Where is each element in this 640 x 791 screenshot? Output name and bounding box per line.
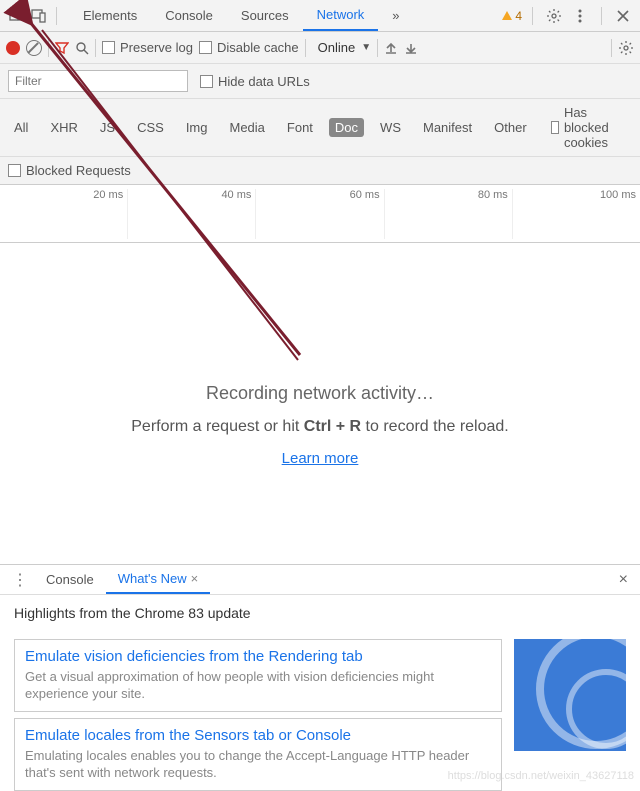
drawer-header: ⋮ Console What's New × × bbox=[0, 565, 640, 595]
preserve-log-label: Preserve log bbox=[120, 40, 193, 55]
filter-media[interactable]: Media bbox=[223, 118, 270, 137]
settings-gear-icon[interactable] bbox=[543, 5, 565, 27]
drawer-tab-whatsnew[interactable]: What's New × bbox=[106, 565, 211, 594]
has-blocked-cookies-checkbox[interactable]: Has blocked cookies bbox=[551, 105, 632, 150]
kebab-menu-icon[interactable] bbox=[569, 5, 591, 27]
blocked-requests-checkbox[interactable]: Blocked Requests bbox=[8, 163, 131, 178]
separator bbox=[48, 39, 49, 57]
network-settings-gear-icon[interactable] bbox=[618, 40, 634, 56]
timeline-tick: 40 ms bbox=[128, 189, 256, 239]
warnings-badge[interactable]: 4 bbox=[502, 9, 522, 23]
drawer-panel: ⋮ Console What's New × × Highlights from… bbox=[0, 564, 640, 784]
close-tab-icon[interactable]: × bbox=[191, 571, 199, 586]
warning-count: 4 bbox=[515, 9, 522, 23]
separator bbox=[601, 7, 602, 25]
separator bbox=[377, 39, 378, 57]
chevron-down-icon: ▼ bbox=[361, 42, 371, 53]
timeline-tick: 60 ms bbox=[256, 189, 384, 239]
filter-xhr[interactable]: XHR bbox=[44, 118, 83, 137]
recording-status-text: Recording network activity… bbox=[20, 383, 620, 404]
whatsnew-thumbnail bbox=[514, 639, 626, 751]
highlights-heading: Highlights from the Chrome 83 update bbox=[0, 595, 640, 631]
disable-cache-label: Disable cache bbox=[217, 40, 299, 55]
separator bbox=[56, 7, 57, 25]
disable-cache-checkbox[interactable]: Disable cache bbox=[199, 40, 299, 55]
network-empty-state: Recording network activity… Perform a re… bbox=[0, 243, 640, 507]
panel-tabs: Elements Console Sources Network » bbox=[69, 0, 414, 31]
whatsnew-card: Emulate vision deficiencies from the Ren… bbox=[14, 639, 502, 712]
devtools-tabbar: Elements Console Sources Network » 4 bbox=[0, 0, 640, 32]
clear-button[interactable] bbox=[26, 40, 42, 56]
drawer-menu-icon[interactable]: ⋮ bbox=[6, 570, 34, 590]
separator bbox=[611, 39, 612, 57]
tab-console[interactable]: Console bbox=[151, 0, 227, 31]
blocked-requests-label: Blocked Requests bbox=[26, 163, 131, 178]
preserve-log-checkbox[interactable]: Preserve log bbox=[102, 40, 193, 55]
separator bbox=[532, 7, 533, 25]
inspect-element-icon[interactable] bbox=[6, 5, 28, 27]
hide-data-urls-checkbox[interactable]: Hide data URLs bbox=[200, 74, 310, 89]
filter-manifest[interactable]: Manifest bbox=[417, 118, 478, 137]
card-title-link[interactable]: Emulate locales from the Sensors tab or … bbox=[25, 727, 491, 744]
filter-input[interactable] bbox=[8, 70, 188, 92]
tab-elements[interactable]: Elements bbox=[69, 0, 151, 31]
throttling-dropdown[interactable]: Online ▼ bbox=[318, 40, 371, 55]
hide-data-urls-label: Hide data URLs bbox=[218, 74, 310, 89]
filter-css[interactable]: CSS bbox=[131, 118, 170, 137]
download-har-icon[interactable] bbox=[404, 41, 418, 55]
filter-ws[interactable]: WS bbox=[374, 118, 407, 137]
tab-more[interactable]: » bbox=[378, 0, 413, 31]
has-blocked-cookies-label: Has blocked cookies bbox=[564, 105, 632, 150]
warning-icon bbox=[502, 11, 512, 20]
whatsnew-cards: Emulate vision deficiencies from the Ren… bbox=[0, 631, 640, 791]
watermark-text: https://blog.csdn.net/weixin_43627118 bbox=[448, 770, 634, 782]
timeline-overview[interactable]: 20 ms 40 ms 60 ms 80 ms 100 ms bbox=[0, 185, 640, 243]
card-description: Get a visual approximation of how people… bbox=[25, 669, 491, 703]
reload-hint-text: Perform a request or hit Ctrl + R to rec… bbox=[20, 418, 620, 436]
timeline-tick: 80 ms bbox=[385, 189, 513, 239]
device-toolbar-icon[interactable] bbox=[28, 5, 50, 27]
blocked-requests-bar: Blocked Requests bbox=[0, 157, 640, 185]
upload-har-icon[interactable] bbox=[384, 41, 398, 55]
drawer-tab-console[interactable]: Console bbox=[34, 565, 106, 594]
filter-other[interactable]: Other bbox=[488, 118, 533, 137]
filter-toggle-icon[interactable] bbox=[55, 41, 69, 55]
tab-sources[interactable]: Sources bbox=[227, 0, 303, 31]
filter-js[interactable]: JS bbox=[94, 118, 121, 137]
close-devtools-icon[interactable] bbox=[612, 5, 634, 27]
separator bbox=[305, 39, 306, 57]
card-title-link[interactable]: Emulate vision deficiencies from the Ren… bbox=[25, 648, 491, 665]
drawer-close-icon[interactable]: × bbox=[613, 571, 634, 589]
tab-network[interactable]: Network bbox=[303, 0, 379, 31]
timeline-tick: 100 ms bbox=[513, 189, 640, 239]
card-description: Emulating locales enables you to change … bbox=[25, 748, 491, 782]
filter-img[interactable]: Img bbox=[180, 118, 214, 137]
throttling-value: Online bbox=[318, 40, 356, 55]
whatsnew-card: Emulate locales from the Sensors tab or … bbox=[14, 718, 502, 791]
filter-font[interactable]: Font bbox=[281, 118, 319, 137]
network-toolbar: Preserve log Disable cache Online ▼ bbox=[0, 32, 640, 64]
separator bbox=[95, 39, 96, 57]
learn-more-link[interactable]: Learn more bbox=[282, 450, 359, 467]
filter-all[interactable]: All bbox=[8, 118, 34, 137]
record-button[interactable] bbox=[6, 41, 20, 55]
filter-doc[interactable]: Doc bbox=[329, 118, 364, 137]
filter-bar: Hide data URLs bbox=[0, 64, 640, 99]
search-icon[interactable] bbox=[75, 41, 89, 55]
timeline-tick: 20 ms bbox=[0, 189, 128, 239]
resource-type-filter-bar: All XHR JS CSS Img Media Font Doc WS Man… bbox=[0, 99, 640, 157]
